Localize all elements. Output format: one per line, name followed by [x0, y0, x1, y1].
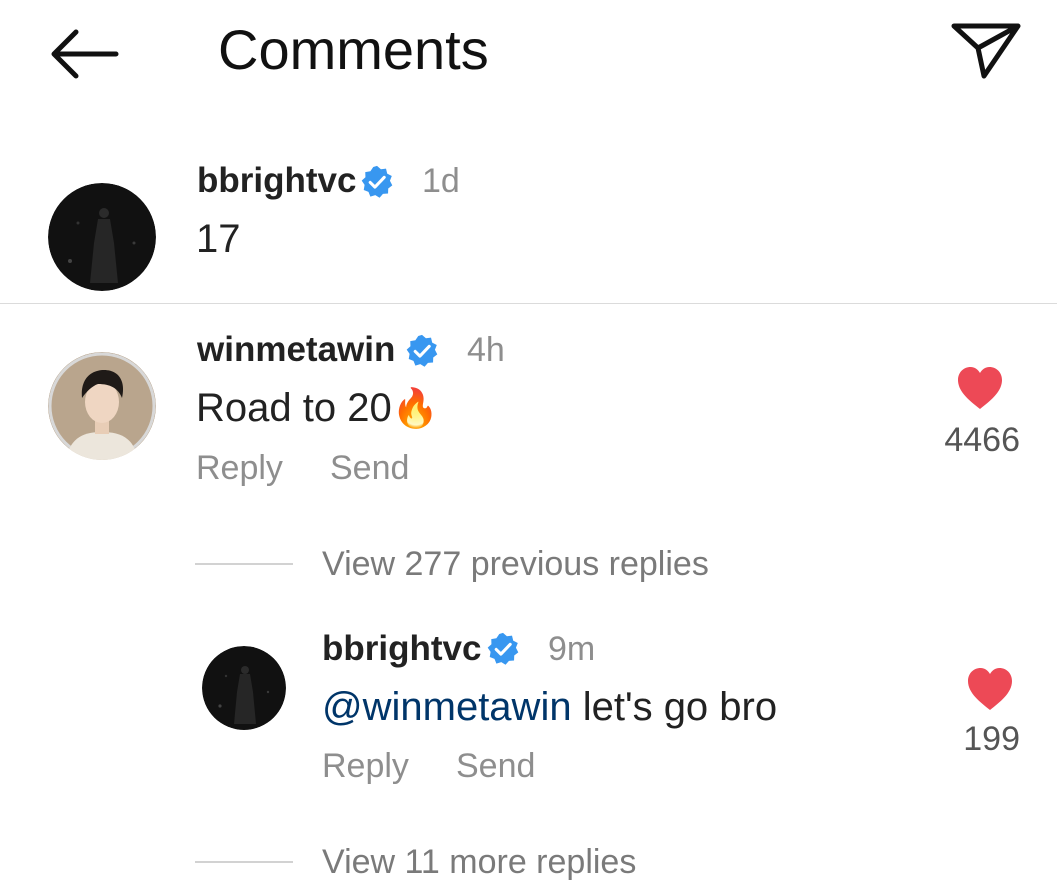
- back-button[interactable]: [46, 24, 122, 84]
- comment-reply-button[interactable]: Reply: [196, 448, 283, 488]
- reply-mention-link[interactable]: @winmetawin: [322, 685, 572, 729]
- arrow-left-icon: [51, 29, 119, 79]
- comment-send-button[interactable]: Send: [330, 448, 409, 488]
- paper-plane-icon: [951, 23, 1021, 79]
- verified-badge-icon: [406, 334, 438, 367]
- share-button[interactable]: [948, 18, 1024, 82]
- fire-emoji-icon: 🔥: [391, 388, 440, 430]
- comment-username[interactable]: winmetawin: [197, 330, 395, 370]
- caption-time: 1d: [422, 162, 460, 200]
- replies-divider-line: [195, 861, 293, 863]
- page-title: Comments: [218, 18, 489, 81]
- reply-text: @winmetawin let's go bro: [322, 684, 777, 730]
- view-previous-replies-button[interactable]: View 277 previous replies: [322, 544, 709, 584]
- caption-avatar[interactable]: [48, 183, 156, 291]
- verified-badge-icon: [487, 632, 519, 665]
- reply-like-heart-icon[interactable]: [966, 667, 1014, 711]
- comment-text: Road to 20🔥: [196, 385, 439, 432]
- reply-reply-button[interactable]: Reply: [322, 746, 409, 786]
- reply-send-button[interactable]: Send: [456, 746, 535, 786]
- reply-username[interactable]: bbrightvc: [322, 629, 481, 669]
- caption-username[interactable]: bbrightvc: [197, 161, 356, 201]
- caption-divider: [0, 303, 1057, 304]
- view-more-replies-button[interactable]: View 11 more replies: [322, 842, 636, 882]
- reply-avatar[interactable]: [202, 646, 286, 730]
- comment-time: 4h: [467, 331, 505, 369]
- comment-avatar[interactable]: [48, 352, 156, 460]
- caption-text: 17: [196, 217, 241, 261]
- comment-body: Road to 20: [196, 386, 392, 430]
- verified-badge-icon: [361, 165, 393, 198]
- reply-body: let's go bro: [571, 685, 778, 729]
- comment-like-heart-icon[interactable]: [956, 366, 1004, 410]
- replies-divider-line: [195, 563, 293, 565]
- comment-like-count: 4466: [944, 421, 1020, 459]
- reply-like-count: 199: [963, 720, 1020, 758]
- reply-time: 9m: [548, 630, 596, 668]
